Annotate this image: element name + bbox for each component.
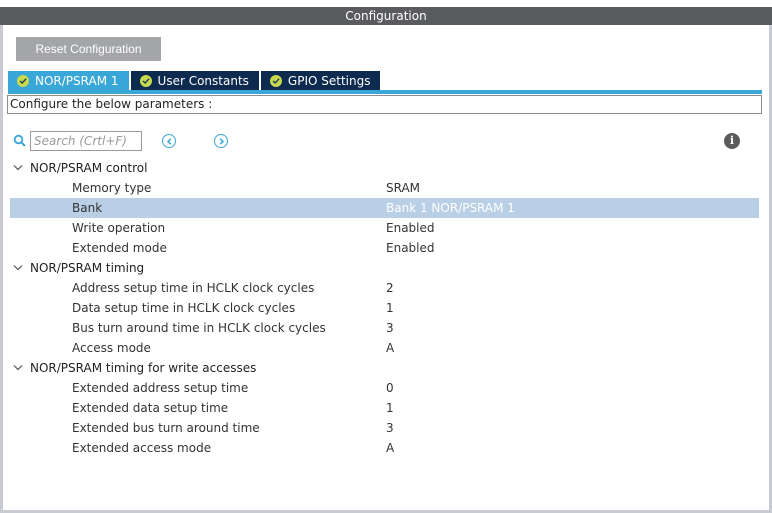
search-icon (13, 134, 26, 147)
param-name: Access mode (72, 341, 151, 355)
chevron-down-icon[interactable] (13, 164, 23, 172)
param-value[interactable]: 2 (386, 278, 394, 298)
panel-title: Configuration (0, 7, 772, 25)
tab-gpio-settings[interactable]: GPIO Settings (260, 71, 381, 90)
param-value[interactable]: 1 (386, 398, 394, 418)
tab-bar: NOR/PSRAM 1 User Constants GPIO Settings (8, 71, 382, 90)
param-value[interactable]: 1 (386, 298, 394, 318)
param-row-extended-bus-turn-around-time[interactable]: Extended bus turn around time 3 (10, 418, 759, 438)
param-row-bus-turn-around-time[interactable]: Bus turn around time in HCLK clock cycle… (10, 318, 759, 338)
param-value[interactable]: Enabled (386, 238, 435, 258)
search-next-button[interactable] (214, 134, 228, 148)
param-value[interactable]: 3 (386, 418, 394, 438)
param-row-memory-type[interactable]: Memory type SRAM (10, 178, 759, 198)
check-circle-icon (139, 74, 152, 87)
check-circle-icon (269, 74, 282, 87)
group-nor-psram-timing-write[interactable]: NOR/PSRAM timing for write accesses (10, 358, 759, 378)
group-nor-psram-timing[interactable]: NOR/PSRAM timing (10, 258, 759, 278)
param-name: Address setup time in HCLK clock cycles (72, 281, 315, 295)
param-row-data-setup-time[interactable]: Data setup time in HCLK clock cycles 1 (10, 298, 759, 318)
param-name: Extended bus turn around time (72, 421, 260, 435)
tab-label: NOR/PSRAM 1 (35, 73, 119, 88)
param-name: Data setup time in HCLK clock cycles (72, 301, 296, 315)
parameter-tree: NOR/PSRAM control Memory type SRAM Bank … (10, 158, 759, 458)
param-row-extended-mode[interactable]: Extended mode Enabled (10, 238, 759, 258)
param-value[interactable]: Bank 1 NOR/PSRAM 1 (386, 198, 515, 218)
top-strip (0, 0, 772, 7)
chevron-down-icon[interactable] (13, 364, 23, 372)
param-name: Extended mode (72, 241, 167, 255)
chevron-right-icon (219, 137, 224, 145)
param-name: Bank (72, 201, 103, 215)
tab-label: User Constants (157, 73, 249, 88)
param-value[interactable]: 0 (386, 378, 394, 398)
check-circle-icon (17, 74, 29, 87)
param-row-access-mode[interactable]: Access mode A (10, 338, 759, 358)
param-value[interactable]: Enabled (386, 218, 435, 238)
param-name: Extended data setup time (72, 401, 229, 415)
reset-configuration-button[interactable]: Reset Configuration (16, 37, 161, 61)
param-row-address-setup-time[interactable]: Address setup time in HCLK clock cycles … (10, 278, 759, 298)
group-title: NOR/PSRAM timing (30, 261, 145, 275)
search-previous-button[interactable] (162, 134, 176, 148)
info-icon[interactable]: i (724, 133, 740, 149)
param-row-extended-address-setup-time[interactable]: Extended address setup time 0 (10, 378, 759, 398)
param-row-extended-data-setup-time[interactable]: Extended data setup time 1 (10, 398, 759, 418)
param-value[interactable]: A (386, 438, 394, 458)
param-name: Extended access mode (72, 441, 212, 455)
param-row-write-operation[interactable]: Write operation Enabled (10, 218, 759, 238)
tab-user-constants[interactable]: User Constants (130, 71, 259, 90)
chevron-down-icon[interactable] (13, 264, 23, 272)
param-name: Write operation (72, 221, 166, 235)
search-input[interactable] (30, 131, 142, 151)
description-box: Configure the below parameters : (7, 95, 762, 114)
tab-nor-psram-1[interactable]: NOR/PSRAM 1 (8, 71, 129, 90)
param-value[interactable]: 3 (386, 318, 394, 338)
param-name: Bus turn around time in HCLK clock cycle… (72, 321, 326, 335)
param-name: Memory type (72, 181, 152, 195)
group-nor-psram-control[interactable]: NOR/PSRAM control (10, 158, 759, 178)
param-row-bank[interactable]: Bank Bank 1 NOR/PSRAM 1 (10, 198, 759, 218)
param-value[interactable]: A (386, 338, 394, 358)
chevron-left-icon (166, 137, 171, 145)
tab-underline (8, 90, 762, 94)
group-title: NOR/PSRAM timing for write accesses (30, 361, 257, 375)
tab-label: GPIO Settings (287, 73, 371, 88)
param-row-extended-access-mode[interactable]: Extended access mode A (10, 438, 759, 458)
param-name: Extended address setup time (72, 381, 249, 395)
param-value[interactable]: SRAM (386, 178, 420, 198)
group-title: NOR/PSRAM control (30, 161, 148, 175)
